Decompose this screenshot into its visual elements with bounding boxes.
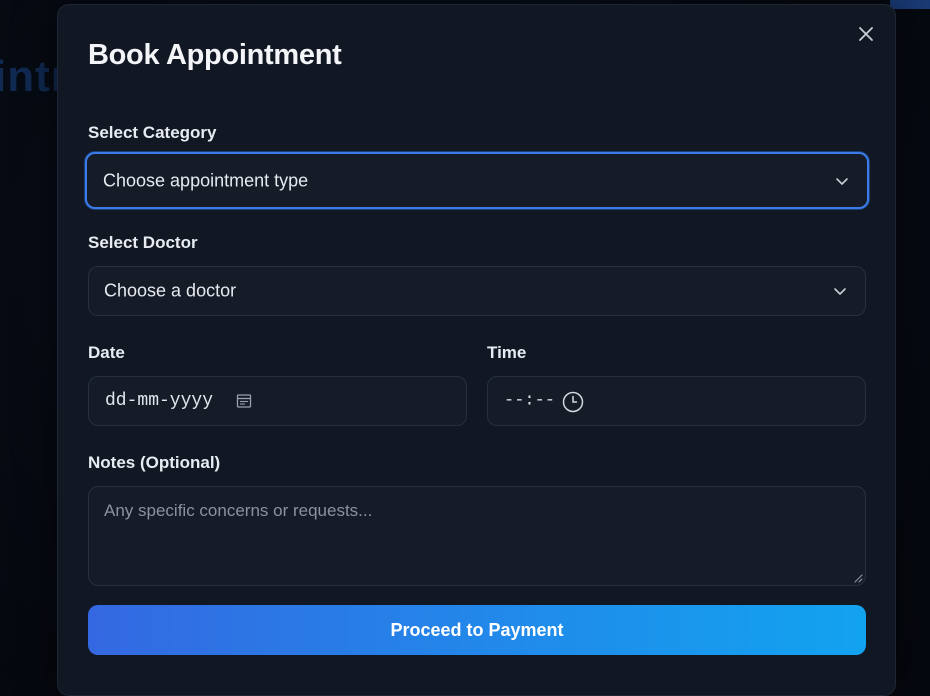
notes-label: Notes (Optional) [88, 453, 220, 473]
book-appointment-modal: Book Appointment Select Category Choose … [57, 4, 896, 696]
category-label: Select Category [88, 123, 217, 143]
clock-icon[interactable] [562, 391, 584, 413]
doctor-select[interactable]: Choose a doctor [88, 266, 866, 316]
notes-placeholder: Any specific concerns or requests... [104, 501, 372, 521]
date-input-value: dd-mm-yyyy [105, 391, 213, 411]
doctor-select-value: Choose a doctor [104, 281, 236, 302]
time-label: Time [487, 343, 526, 363]
time-input[interactable]: --:-- [487, 376, 866, 426]
proceed-to-payment-button[interactable]: Proceed to Payment [88, 605, 866, 655]
background-corner-element [890, 0, 930, 9]
chevron-down-icon [833, 286, 847, 296]
resize-handle-icon[interactable] [854, 574, 863, 583]
chevron-down-icon [835, 176, 849, 186]
category-select-value: Choose appointment type [103, 170, 308, 191]
calendar-icon[interactable] [236, 393, 252, 409]
date-label: Date [88, 343, 125, 363]
category-select[interactable]: Choose appointment type [85, 152, 869, 209]
notes-textarea[interactable]: Any specific concerns or requests... [88, 486, 866, 586]
date-input[interactable]: dd-mm-yyyy [88, 376, 467, 426]
close-icon[interactable] [857, 25, 875, 43]
doctor-label: Select Doctor [88, 233, 198, 253]
modal-title: Book Appointment [88, 39, 341, 72]
time-input-value: --:-- [504, 392, 555, 411]
